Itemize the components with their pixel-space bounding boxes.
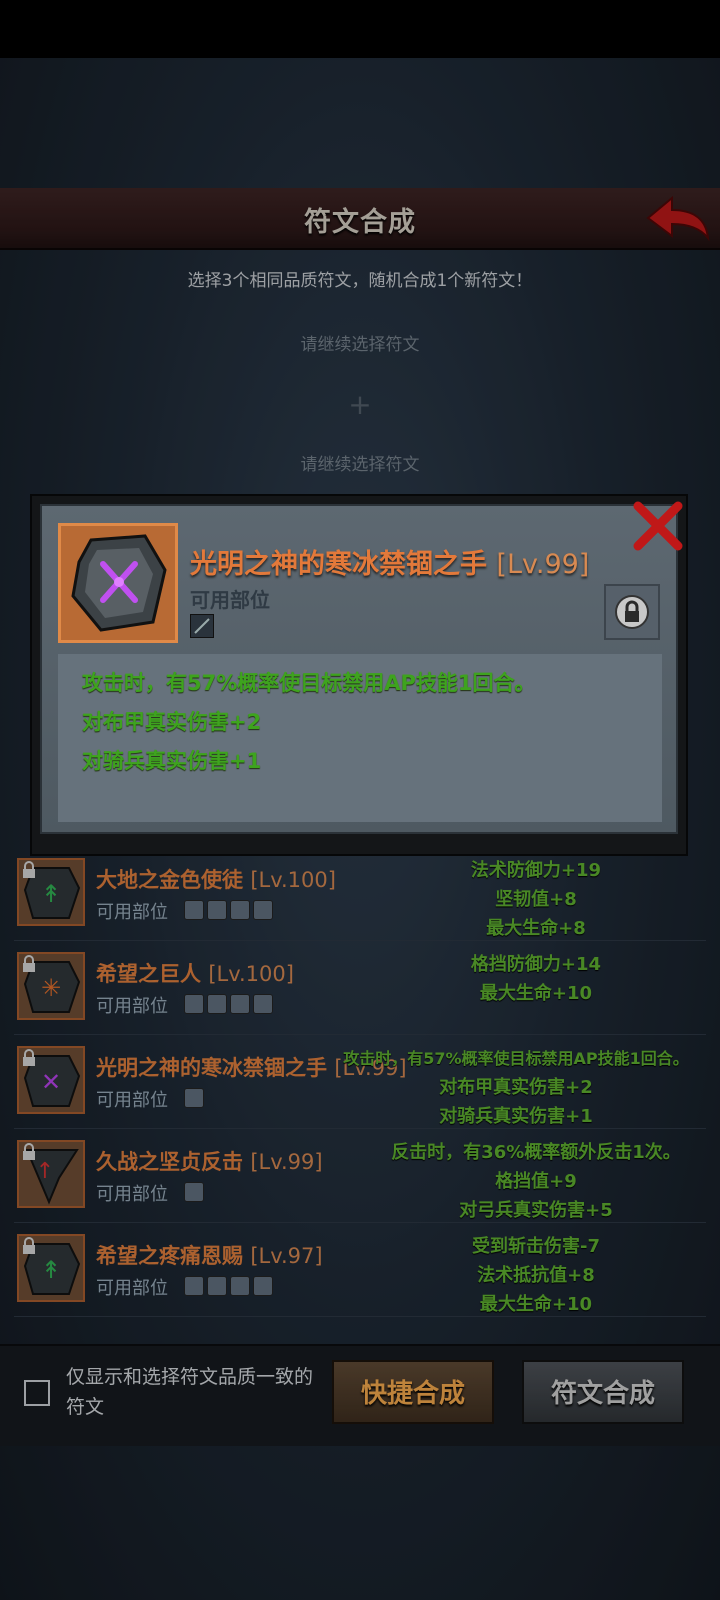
effect-line: 对骑兵真实伤害+1 [82,749,262,773]
modal-parts-label: 可用部位 [190,588,270,612]
modal-rune-name: 光明之神的寒冰禁锢之手 [Lv.99] [190,549,590,580]
lock-icon [615,595,649,629]
close-button[interactable] [630,498,686,554]
effect-line: 对布甲真实伤害+2 [82,710,262,734]
modal-effects: 攻击时，有57%概率使目标禁用AP技能1回合。 对布甲真实伤害+2 对骑兵真实伤… [58,654,662,822]
modal-lock-button[interactable] [604,584,660,640]
effect-line: 攻击时，有57%概率使目标禁用AP技能1回合。 [82,671,536,695]
close-icon [633,501,683,551]
rune-icon [58,523,178,643]
weapon-part-icon [190,614,214,638]
